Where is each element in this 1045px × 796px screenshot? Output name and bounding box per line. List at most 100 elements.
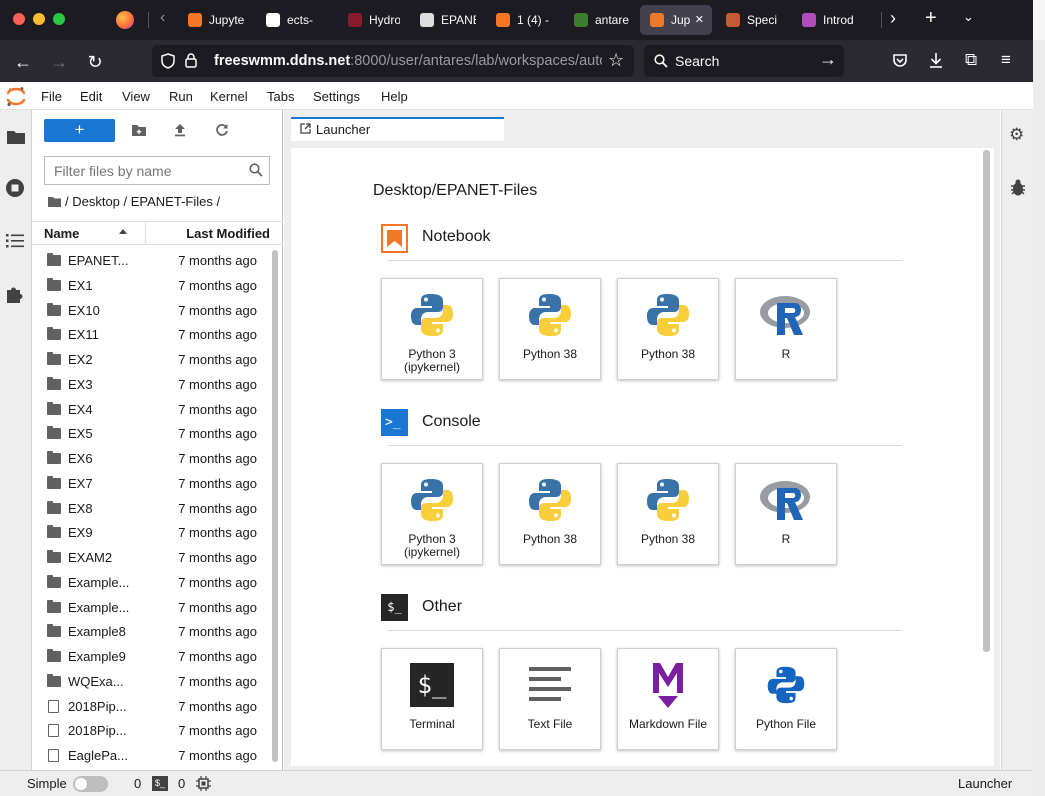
menu-run[interactable]: Run <box>169 89 193 104</box>
launcher-card[interactable]: Python 38 <box>499 463 601 565</box>
new-launcher-button[interactable]: + <box>44 119 115 142</box>
launcher-card[interactable]: Python File <box>735 648 837 750</box>
filter-files-input[interactable]: Filter files by name <box>44 156 270 185</box>
minimize-window-button[interactable] <box>33 13 45 25</box>
reload-icon[interactable]: ↻ <box>81 48 109 76</box>
url-bar[interactable]: freeswmm.ddns.net:8000/user/antares/lab/… <box>152 45 634 77</box>
file-list-item[interactable]: EX7 7 months ago <box>32 472 272 496</box>
menu-help[interactable]: Help <box>381 89 408 104</box>
file-list-item[interactable]: 2018Pip... 7 months ago <box>32 695 272 719</box>
app-menu-icon[interactable]: ≡ <box>1001 50 1011 70</box>
breadcrumb-folder-icon[interactable] <box>47 196 62 208</box>
menu-kernel[interactable]: Kernel <box>210 89 248 104</box>
file-list-item[interactable]: EX11 7 months ago <box>32 323 272 347</box>
close-tab-icon[interactable]: ✕ <box>695 13 704 26</box>
launcher-card-icon <box>500 474 600 526</box>
file-list-item[interactable]: Example... 7 months ago <box>32 596 272 620</box>
zoom-window-button[interactable] <box>53 13 65 25</box>
column-name-header[interactable]: Name <box>44 226 79 241</box>
file-list-item[interactable]: EXAM2 7 months ago <box>32 546 272 570</box>
simple-mode-toggle[interactable] <box>73 776 108 792</box>
launcher-card[interactable]: Python 3 (ipykernel) <box>381 278 483 380</box>
refresh-icon[interactable] <box>215 123 229 137</box>
terminals-count[interactable]: 0 <box>178 776 185 791</box>
file-list-item[interactable]: EX1 7 months ago <box>32 274 272 298</box>
column-modified-header[interactable]: Last Modified <box>150 226 270 241</box>
list-all-tabs-icon[interactable]: ⌄ <box>963 9 974 25</box>
file-list-item[interactable]: EX4 7 months ago <box>32 398 272 422</box>
file-list-item[interactable]: EX8 7 months ago <box>32 497 272 521</box>
forward-icon[interactable]: → <box>45 48 73 76</box>
new-tab-icon[interactable]: + <box>925 7 937 30</box>
pocket-icon[interactable] <box>892 53 908 69</box>
browser-tab[interactable]: Introd <box>792 5 864 35</box>
browser-tab[interactable]: Speci <box>716 5 782 35</box>
debugger-icon[interactable] <box>1010 179 1026 197</box>
file-browser-icon[interactable] <box>6 129 26 145</box>
browser-tab[interactable]: 1 (4) - <box>486 5 554 35</box>
downloads-icon[interactable] <box>928 52 944 69</box>
launcher-card-label: Python 38 <box>522 347 578 361</box>
lock-icon[interactable] <box>185 53 197 68</box>
browser-tab[interactable]: ects- <box>256 5 328 35</box>
launcher-card[interactable]: $_ Terminal <box>381 648 483 750</box>
file-list-item[interactable]: 2018Pip... 7 months ago <box>32 719 272 743</box>
file-list-item[interactable]: Example9 7 months ago <box>32 645 272 669</box>
bookmark-star-icon[interactable]: ☆ <box>608 50 624 71</box>
menu-file[interactable]: File <box>41 89 62 104</box>
new-folder-icon[interactable] <box>131 124 147 137</box>
extension-manager-icon[interactable] <box>6 285 25 304</box>
file-list-item[interactable]: WQExa... 7 months ago <box>32 670 272 694</box>
file-list-item[interactable]: EX5 7 months ago <box>32 422 272 446</box>
browser-tab[interactable]: Jup ✕ <box>640 5 712 35</box>
launcher-card[interactable]: R <box>735 278 837 380</box>
launcher-card[interactable]: Python 3 (ipykernel) <box>381 463 483 565</box>
file-icon <box>48 749 59 762</box>
browser-tab[interactable]: Hydro <box>338 5 400 35</box>
file-list-item[interactable]: EaglePa... 7 months ago <box>32 744 272 768</box>
table-of-contents-icon[interactable] <box>6 234 24 248</box>
launcher-scrollbar[interactable] <box>983 150 990 652</box>
terminal-status-icon[interactable]: $_ <box>152 776 168 791</box>
file-list-item[interactable]: EX2 7 months ago <box>32 348 272 372</box>
search-bar[interactable]: Search → <box>644 45 844 77</box>
launcher-card[interactable]: Python 38 <box>617 278 719 380</box>
file-list-item[interactable]: Example... 7 months ago <box>32 571 272 595</box>
running-kernels-icon[interactable] <box>5 178 25 198</box>
tabs-scroll-left-icon[interactable]: ‹ <box>160 9 165 27</box>
launcher-card[interactable]: Python 38 <box>617 463 719 565</box>
file-list-scrollbar[interactable] <box>272 250 278 762</box>
file-list-item[interactable]: EX9 7 months ago <box>32 521 272 545</box>
launcher-card[interactable]: R <box>735 463 837 565</box>
back-icon[interactable]: ← <box>9 48 37 76</box>
tabs-scroll-right-icon[interactable]: › <box>890 8 896 29</box>
browser-tab[interactable]: Jupyte <box>178 5 248 35</box>
browser-tab[interactable]: EPANE <box>410 5 476 35</box>
close-window-button[interactable] <box>13 13 25 25</box>
launcher-card[interactable]: Python 38 <box>499 278 601 380</box>
file-list-item[interactable]: EX10 7 months ago <box>32 299 272 323</box>
upload-icon[interactable] <box>173 123 187 137</box>
property-inspector-icon[interactable]: ⚙ <box>1009 125 1024 145</box>
kernels-count[interactable]: 0 <box>134 776 141 791</box>
file-list-item[interactable]: Example8 7 months ago <box>32 620 272 644</box>
extensions-icon[interactable]: ⧉ <box>965 50 977 70</box>
launcher-card[interactable]: Markdown File <box>617 648 719 750</box>
tracking-shield-icon[interactable] <box>161 53 175 69</box>
menu-view[interactable]: View <box>122 89 150 104</box>
breadcrumb[interactable]: / Desktop / EPANET-Files / <box>65 194 220 209</box>
firefox-icon[interactable] <box>116 11 134 29</box>
tab-launcher[interactable]: Launcher <box>291 117 504 141</box>
sort-ascending-icon[interactable] <box>119 229 127 234</box>
file-modified: 7 months ago <box>178 624 257 640</box>
file-list-item[interactable]: EX6 7 months ago <box>32 447 272 471</box>
menu-settings[interactable]: Settings <box>313 89 360 104</box>
search-go-icon[interactable]: → <box>819 49 837 70</box>
file-list-item[interactable]: EPANET... 7 months ago <box>32 249 272 273</box>
launcher-card[interactable]: Text File <box>499 648 601 750</box>
menu-edit[interactable]: Edit <box>80 89 102 104</box>
kernel-cpu-icon[interactable] <box>196 776 211 791</box>
file-list-item[interactable]: EX3 7 months ago <box>32 373 272 397</box>
browser-tab[interactable]: antare <box>564 5 630 35</box>
menu-tabs[interactable]: Tabs <box>267 89 294 104</box>
